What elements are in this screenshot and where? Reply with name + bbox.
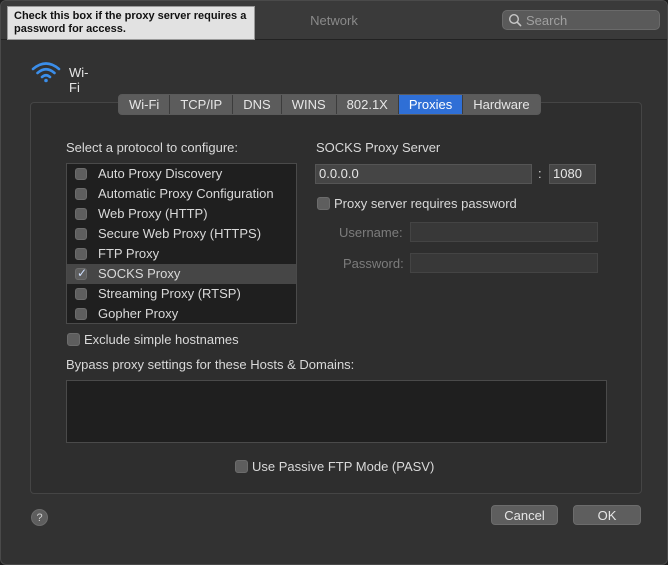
- tab-proxies[interactable]: Proxies: [398, 95, 464, 114]
- protocol-heading: Select a protocol to configure:: [66, 140, 238, 155]
- tab-8021x[interactable]: 802.1X: [337, 95, 399, 114]
- tab-dns[interactable]: DNS: [233, 95, 282, 114]
- checkbox[interactable]: [75, 228, 87, 240]
- wifi-icon: [31, 62, 61, 83]
- protocol-label: Streaming Proxy (RTSP): [98, 286, 241, 301]
- list-item[interactable]: Web Proxy (HTTP): [67, 204, 296, 224]
- bypass-label: Bypass proxy settings for these Hosts & …: [66, 357, 355, 372]
- tab-tcpip[interactable]: TCP/IP: [170, 95, 234, 114]
- protocol-label: Automatic Proxy Configuration: [98, 186, 274, 201]
- tab-wifi[interactable]: Wi-Fi: [119, 95, 171, 114]
- ok-button[interactable]: OK: [573, 505, 641, 525]
- protocol-label: Auto Proxy Discovery: [98, 166, 223, 181]
- checkbox[interactable]: [75, 168, 87, 180]
- service-name: Wi-Fi: [69, 65, 89, 95]
- network-window: Network Search Check this box if the pro…: [0, 0, 668, 565]
- password-input[interactable]: [410, 253, 598, 273]
- proxy-port-input[interactable]: 1080: [549, 164, 596, 184]
- checkbox[interactable]: [75, 288, 87, 300]
- checkbox[interactable]: [75, 188, 87, 200]
- protocol-label: SOCKS Proxy: [98, 266, 181, 281]
- tooltip: Check this box if the proxy server requi…: [7, 6, 255, 40]
- username-input[interactable]: [410, 222, 598, 242]
- search-field[interactable]: Search: [502, 10, 660, 30]
- proxy-server-heading: SOCKS Proxy Server: [316, 140, 441, 155]
- tab-wins[interactable]: WINS: [282, 95, 337, 114]
- bypass-textarea[interactable]: [66, 380, 607, 443]
- proxy-host-input[interactable]: 0.0.0.0: [315, 164, 532, 184]
- list-item[interactable]: Streaming Proxy (RTSP): [67, 284, 296, 304]
- username-label: Username:: [339, 225, 403, 240]
- list-item[interactable]: Secure Web Proxy (HTTPS): [67, 224, 296, 244]
- password-label: Password:: [343, 256, 404, 271]
- protocol-label: Gopher Proxy: [98, 306, 179, 321]
- list-item-selected[interactable]: ✓ SOCKS Proxy: [67, 264, 296, 284]
- list-item[interactable]: FTP Proxy: [67, 244, 296, 264]
- checkbox-checked[interactable]: ✓: [75, 266, 88, 280]
- cancel-button[interactable]: Cancel: [491, 505, 558, 525]
- requires-password-checkbox[interactable]: [317, 197, 330, 210]
- checkmark-icon: ✓: [76, 266, 88, 280]
- tab-hardware[interactable]: Hardware: [463, 95, 539, 114]
- checkbox[interactable]: [75, 208, 87, 220]
- checkbox[interactable]: [75, 248, 87, 260]
- protocol-list[interactable]: Auto Proxy Discovery Automatic Proxy Con…: [66, 163, 297, 324]
- tab-bar: Wi-Fi TCP/IP DNS WINS 802.1X Proxies Har…: [118, 94, 541, 115]
- checkbox[interactable]: [75, 308, 87, 320]
- protocol-label: Web Proxy (HTTP): [98, 206, 208, 221]
- exclude-simple-checkbox[interactable]: [67, 333, 80, 346]
- passive-ftp-label: Use Passive FTP Mode (PASV): [252, 459, 435, 474]
- protocol-label: FTP Proxy: [98, 246, 160, 261]
- exclude-simple-label: Exclude simple hostnames: [84, 332, 239, 347]
- list-item[interactable]: Auto Proxy Discovery: [67, 164, 296, 184]
- search-placeholder: Search: [526, 13, 568, 28]
- help-button[interactable]: ?: [31, 509, 48, 526]
- list-item[interactable]: Gopher Proxy: [67, 304, 296, 324]
- port-separator: :: [538, 166, 542, 181]
- protocol-label: Secure Web Proxy (HTTPS): [98, 226, 262, 241]
- passive-ftp-checkbox[interactable]: [235, 460, 248, 473]
- requires-password-label: Proxy server requires password: [334, 196, 517, 211]
- list-item[interactable]: Automatic Proxy Configuration: [67, 184, 296, 204]
- search-icon: [508, 13, 522, 27]
